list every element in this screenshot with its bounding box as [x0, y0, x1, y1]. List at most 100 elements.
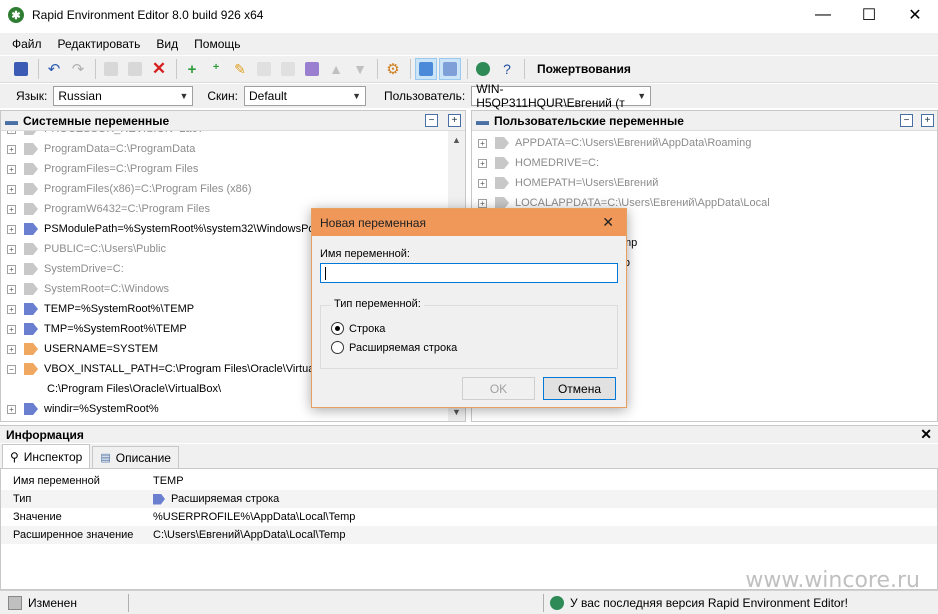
menu-file[interactable]: Файл: [0, 37, 50, 51]
tree-row[interactable]: + PUBLIC=C:\Users\Public: [1, 239, 166, 259]
add-variable-icon[interactable]: +: [181, 58, 203, 80]
delete-icon[interactable]: ✕: [148, 58, 170, 80]
expand-toggle-icon[interactable]: +: [478, 178, 487, 188]
expand-toggle-icon[interactable]: +: [7, 184, 16, 194]
status-separator: [543, 593, 544, 612]
settings-icon[interactable]: ⚙: [382, 58, 404, 80]
radio-string-indicator[interactable]: [331, 322, 344, 335]
undo-icon[interactable]: ↶: [43, 58, 65, 80]
tag-view-icon[interactable]: [439, 58, 461, 80]
scroll-up-icon[interactable]: ▲: [452, 135, 461, 145]
tab-inspector[interactable]: ⚲ Инспектор: [2, 444, 91, 468]
expand-toggle-icon[interactable]: +: [7, 244, 16, 254]
info-panel-icon[interactable]: [415, 58, 437, 80]
tree-row[interactable]: + TMP=%SystemRoot%\TEMP: [1, 319, 187, 339]
tree-row[interactable]: + PSModulePath=%SystemRoot%\system32\Wind…: [1, 219, 315, 239]
tree-row[interactable]: + ProgramFiles=C:\Program Files: [1, 159, 198, 179]
tree-row[interactable]: + SystemDrive=C:: [1, 259, 124, 279]
collapse-panel-icon[interactable]: ▬: [476, 113, 489, 128]
info-tabs: ⚲ Инспектор ▤ Описание: [0, 444, 938, 468]
expand-toggle-icon[interactable]: +: [7, 344, 16, 354]
redo-icon[interactable]: ↷: [67, 58, 89, 80]
tree-row[interactable]: + ProgramData=C:\ProgramData: [1, 139, 195, 159]
row-value: TEMP: [153, 475, 184, 487]
variable-name-input[interactable]: [320, 263, 618, 283]
minimize-button[interactable]: —: [800, 0, 846, 30]
tree-row[interactable]: + APPDATA=C:\Users\Евгений\AppData\Roamin…: [472, 133, 751, 153]
tree-row[interactable]: + USERNAME=SYSTEM: [1, 339, 158, 359]
variable-label: SystemRoot=C:\Windows: [44, 283, 170, 295]
cancel-button[interactable]: Отмена: [543, 377, 616, 400]
close-button[interactable]: ✕: [892, 0, 938, 30]
update-icon[interactable]: [472, 58, 494, 80]
tree-row[interactable]: + HOMEPATH=\Users\Евгений: [472, 173, 658, 193]
menu-view[interactable]: Вид: [148, 37, 186, 51]
expand-toggle-icon[interactable]: +: [7, 131, 16, 134]
tree-row[interactable]: + SystemRoot=C:\Windows: [1, 279, 169, 299]
expand-toggle-icon[interactable]: +: [7, 404, 16, 414]
tag-icon: [24, 263, 38, 275]
user-label: Пользователь:: [383, 89, 466, 103]
expand-toggle-icon[interactable]: +: [7, 224, 16, 234]
radio-expandable-indicator[interactable]: [331, 341, 344, 354]
system-panel-header: ▬ Системные переменные − +: [1, 111, 465, 131]
tree-row[interactable]: + TEMP=%SystemRoot%\TEMP: [1, 299, 194, 319]
tab-description[interactable]: ▤ Описание: [92, 446, 179, 468]
expand-toggle-icon[interactable]: +: [7, 324, 16, 334]
expand-all-icon[interactable]: +: [921, 114, 934, 127]
ok-button[interactable]: OK: [462, 377, 535, 400]
tree-row[interactable]: + PROCESSOR_REVISION=2a07: [1, 131, 204, 139]
tree-row[interactable]: C:\Program Files\Oracle\VirtualBox\: [1, 379, 221, 399]
expand-toggle-icon[interactable]: +: [7, 144, 16, 154]
save-icon[interactable]: [10, 58, 32, 80]
clone-value-icon[interactable]: [277, 58, 299, 80]
expand-toggle-icon[interactable]: +: [478, 138, 487, 148]
copy-icon[interactable]: [100, 58, 122, 80]
expand-toggle-icon[interactable]: +: [7, 164, 16, 174]
collapse-all-icon[interactable]: −: [425, 114, 438, 127]
donate-button[interactable]: Пожертвования: [533, 62, 635, 76]
toolbar-separator: [524, 59, 525, 79]
table-row: Имя переменной TEMP: [1, 472, 937, 490]
skin-label: Скин:: [207, 89, 238, 103]
edit-icon[interactable]: ✎: [229, 58, 251, 80]
tree-row[interactable]: + ProgramFiles(x86)=C:\Program Files (x86…: [1, 179, 252, 199]
expand-toggle-icon[interactable]: +: [478, 198, 487, 208]
expand-toggle-icon[interactable]: −: [7, 364, 16, 374]
close-icon[interactable]: ✕: [920, 426, 932, 443]
user-select[interactable]: WIN-H5QP311HQUR\Евгений (т ▼: [471, 82, 652, 110]
expand-toggle-icon[interactable]: +: [478, 158, 487, 168]
collapse-all-icon[interactable]: −: [900, 114, 913, 127]
help-icon[interactable]: ?: [496, 58, 518, 80]
tree-row[interactable]: + ProgramW6432=C:\Program Files: [1, 199, 210, 219]
variable-label: VBOX_INSTALL_PATH=C:\Program Files\Oracl…: [44, 363, 325, 375]
expand-toggle-icon[interactable]: +: [7, 284, 16, 294]
tree-row[interactable]: − VBOX_INSTALL_PATH=C:\Program Files\Orac…: [1, 359, 324, 379]
move-down-icon[interactable]: ▼: [349, 58, 371, 80]
row-key: Тип: [13, 493, 32, 505]
menu-help[interactable]: Помощь: [186, 37, 248, 51]
expand-toggle-icon[interactable]: +: [7, 264, 16, 274]
clone-icon[interactable]: [253, 58, 275, 80]
dialog-title-bar: Новая переменная ✕: [312, 209, 626, 236]
radio-string[interactable]: Строка: [331, 322, 385, 335]
tag-icon[interactable]: [301, 58, 323, 80]
tree-row[interactable]: + windir=%SystemRoot%: [1, 399, 159, 419]
expand-all-icon[interactable]: +: [448, 114, 461, 127]
scroll-down-icon[interactable]: ▼: [452, 407, 461, 417]
maximize-button[interactable]: ☐: [846, 0, 892, 30]
radio-expandable-label: Расширяемая строка: [349, 341, 458, 354]
skin-select[interactable]: Default ▼: [243, 86, 366, 106]
move-up-icon[interactable]: ▲: [325, 58, 347, 80]
expand-toggle-icon[interactable]: +: [7, 304, 16, 314]
tree-row[interactable]: + HOMEDRIVE=C:: [472, 153, 599, 173]
paste-icon[interactable]: [124, 58, 146, 80]
add-value-icon[interactable]: ⁺: [205, 58, 227, 80]
menu-edit[interactable]: Редактировать: [50, 37, 149, 51]
collapse-panel-icon[interactable]: ▬: [5, 113, 18, 128]
dialog-close-icon[interactable]: ✕: [602, 214, 614, 231]
radio-expandable[interactable]: Расширяемая строка: [331, 341, 457, 354]
expand-toggle-icon[interactable]: +: [7, 204, 16, 214]
variable-label: HOMEDRIVE=C:: [515, 157, 600, 169]
language-select[interactable]: Russian ▼: [53, 86, 194, 106]
